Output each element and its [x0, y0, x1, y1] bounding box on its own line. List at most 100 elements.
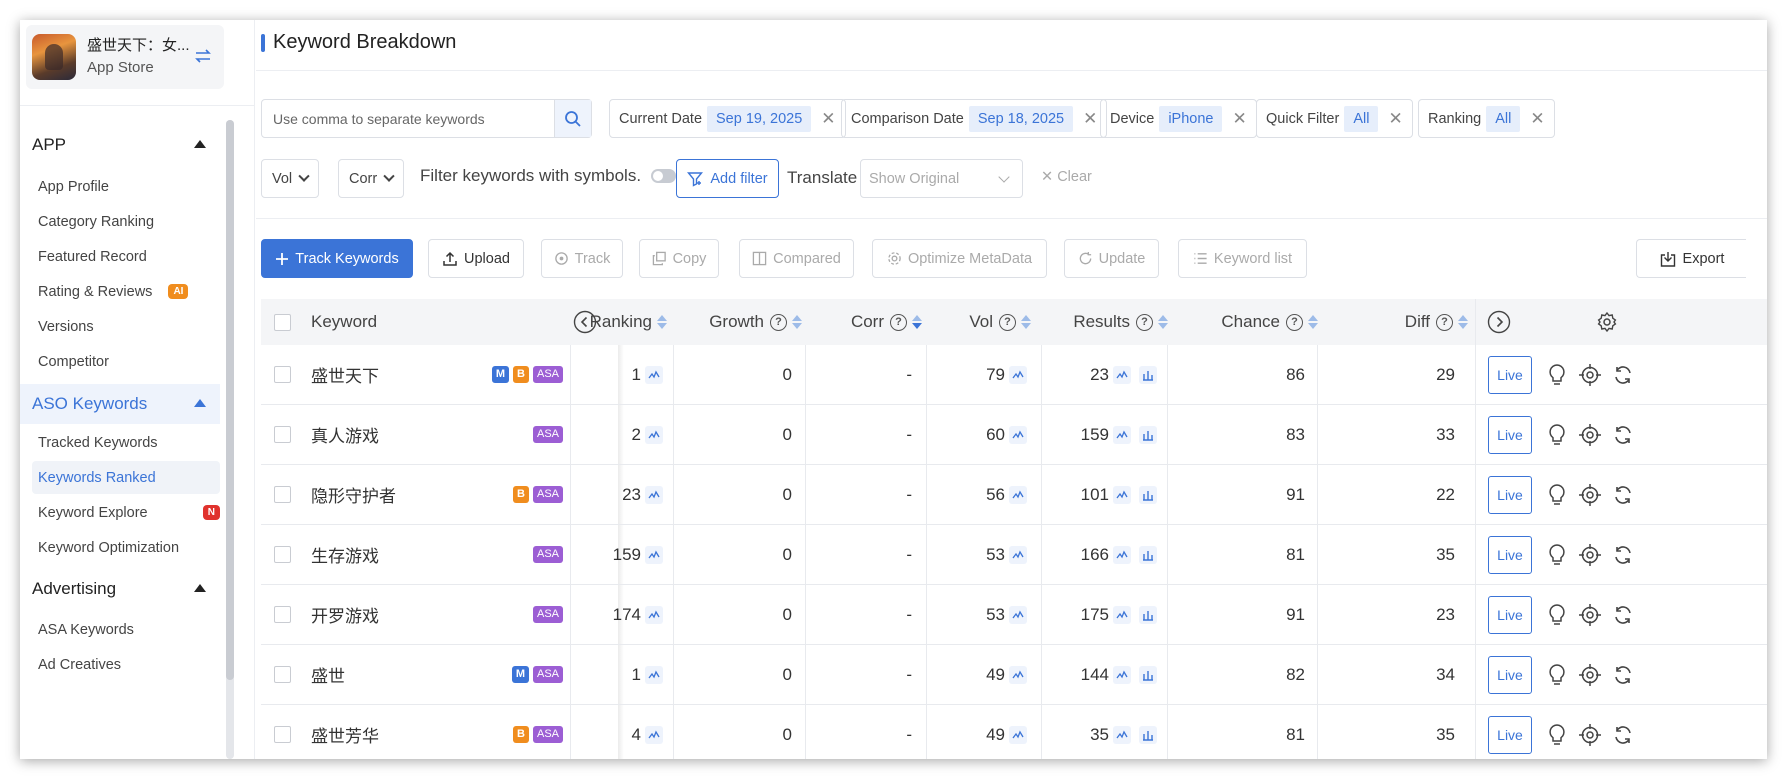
bar-chart-icon[interactable] — [1139, 425, 1157, 444]
lightbulb-icon[interactable] — [1547, 525, 1567, 584]
sidebar-item-asa-keywords[interactable]: ASA Keywords — [32, 613, 220, 646]
column-corr[interactable]: Corr? — [811, 299, 922, 345]
live-button[interactable]: Live — [1488, 595, 1532, 634]
clear-button[interactable]: ✕ Clear — [1041, 169, 1092, 185]
trend-chart-icon[interactable] — [1113, 665, 1131, 684]
help-icon[interactable]: ? — [890, 313, 907, 331]
bar-chart-icon[interactable] — [1139, 365, 1157, 384]
help-icon[interactable]: ? — [999, 313, 1016, 331]
trend-chart-icon[interactable] — [1009, 365, 1027, 384]
swap-icon[interactable] — [194, 47, 212, 68]
copy-button[interactable]: Copy — [639, 239, 719, 278]
sidebar-item-app-profile[interactable]: App Profile — [32, 170, 220, 203]
sidebar-item-keyword-explore[interactable]: Keyword Explore N — [32, 496, 220, 529]
row-checkbox[interactable] — [274, 426, 291, 443]
target-icon[interactable] — [1579, 405, 1601, 464]
target-icon[interactable] — [1579, 645, 1601, 704]
trend-chart-icon[interactable] — [1113, 425, 1131, 444]
trend-chart-icon[interactable] — [1009, 605, 1027, 624]
sidebar-item-rating-reviews[interactable]: Rating & Reviews AI — [32, 275, 220, 308]
trend-chart-icon[interactable] — [645, 485, 663, 504]
keyword-cell[interactable]: 盛世 — [311, 645, 345, 704]
trend-chart-icon[interactable] — [1009, 665, 1027, 684]
row-checkbox[interactable] — [274, 486, 291, 503]
export-button[interactable]: Export — [1636, 239, 1746, 278]
column-growth[interactable]: Growth? — [679, 299, 802, 345]
bar-chart-icon[interactable] — [1139, 725, 1157, 744]
close-icon[interactable]: ✕ — [1388, 109, 1402, 129]
keyword-cell[interactable]: 隐形守护者 — [311, 465, 396, 524]
live-button[interactable]: Live — [1488, 535, 1532, 574]
track-button[interactable]: Track — [541, 239, 623, 278]
column-keyword[interactable]: Keyword — [311, 299, 377, 345]
bar-chart-icon[interactable] — [1139, 545, 1157, 564]
keyword-cell[interactable]: 真人游戏 — [311, 405, 379, 464]
lightbulb-icon[interactable] — [1547, 645, 1567, 704]
update-button[interactable]: Update — [1064, 239, 1159, 278]
table-row[interactable]: 生存游戏 ASA 159 0 - 53 166 81 35 Live — [261, 525, 1767, 585]
add-filter-button[interactable]: Add filter — [676, 159, 779, 198]
trend-chart-icon[interactable] — [1113, 485, 1131, 504]
table-row[interactable]: 盛世天下 M B ASA 1 0 - 79 23 86 29 Live — [261, 345, 1767, 405]
search-button[interactable] — [554, 100, 591, 137]
refresh-icon[interactable] — [1613, 345, 1633, 404]
sidebar-item-category-ranking[interactable]: Category Ranking — [32, 205, 220, 238]
trend-chart-icon[interactable] — [1113, 605, 1131, 624]
refresh-icon[interactable] — [1613, 405, 1633, 464]
help-icon[interactable]: ? — [1286, 313, 1303, 331]
live-button[interactable]: Live — [1488, 475, 1532, 514]
sidebar-item-ad-creatives[interactable]: Ad Creatives — [32, 648, 220, 681]
app-selector[interactable]: 盛世天下：女... App Store — [26, 25, 224, 89]
trend-chart-icon[interactable] — [1113, 725, 1131, 744]
keyword-cell[interactable]: 盛世芳华 — [311, 705, 379, 759]
table-row[interactable]: 盛世芳华 B ASA 4 0 - 49 35 81 35 Live — [261, 705, 1767, 759]
help-icon[interactable]: ? — [770, 313, 787, 331]
lightbulb-icon[interactable] — [1547, 585, 1567, 644]
trend-chart-icon[interactable] — [645, 605, 663, 624]
target-icon[interactable] — [1579, 345, 1601, 404]
live-button[interactable]: Live — [1488, 715, 1532, 754]
lightbulb-icon[interactable] — [1547, 705, 1567, 759]
column-diff[interactable]: Diff? — [1331, 299, 1468, 345]
lightbulb-icon[interactable] — [1547, 465, 1567, 524]
column-vol[interactable]: Vol? — [931, 299, 1031, 345]
keyword-cell[interactable]: 开罗游戏 — [311, 585, 379, 644]
sidebar-section-aso-keywords[interactable]: ASO Keywords — [20, 384, 220, 424]
refresh-icon[interactable] — [1613, 645, 1633, 704]
sidebar-item-tracked-keywords[interactable]: Tracked Keywords — [32, 426, 220, 459]
bar-chart-icon[interactable] — [1139, 665, 1157, 684]
refresh-icon[interactable] — [1613, 525, 1633, 584]
live-button[interactable]: Live — [1488, 415, 1532, 454]
track-keywords-button[interactable]: Track Keywords — [261, 239, 413, 278]
column-ranking[interactable]: Ranking — [571, 299, 667, 345]
sidebar-scrollbar[interactable] — [226, 120, 234, 759]
optimize-metadata-button[interactable]: Optimize MetaData — [872, 239, 1047, 278]
device-filter[interactable]: Device iPhone ✕ — [1100, 99, 1257, 138]
bar-chart-icon[interactable] — [1139, 605, 1157, 624]
table-row[interactable]: 开罗游戏 ASA 174 0 - 53 175 91 23 Live — [261, 585, 1767, 645]
quick-filter[interactable]: Quick Filter All ✕ — [1256, 99, 1413, 138]
trend-chart-icon[interactable] — [645, 425, 663, 444]
trend-chart-icon[interactable] — [1113, 545, 1131, 564]
column-results[interactable]: Results? — [1041, 299, 1168, 345]
search-input[interactable] — [262, 100, 554, 137]
lightbulb-icon[interactable] — [1547, 405, 1567, 464]
trend-chart-icon[interactable] — [645, 725, 663, 744]
sidebar-item-keywords-ranked[interactable]: Keywords Ranked — [32, 461, 220, 494]
settings-icon[interactable] — [1596, 299, 1618, 345]
table-row[interactable]: 真人游戏 ASA 2 0 - 60 159 83 33 Live — [261, 405, 1767, 465]
target-icon[interactable] — [1579, 525, 1601, 584]
select-all-checkbox[interactable] — [274, 313, 291, 331]
bar-chart-icon[interactable] — [1139, 485, 1157, 504]
upload-button[interactable]: Upload — [428, 239, 524, 278]
close-icon[interactable]: ✕ — [821, 109, 835, 129]
help-icon[interactable]: ? — [1436, 313, 1453, 331]
keyword-cell[interactable]: 盛世天下 — [311, 345, 379, 404]
target-icon[interactable] — [1579, 705, 1601, 759]
keyword-list-button[interactable]: Keyword list — [1178, 239, 1307, 278]
compared-button[interactable]: Compared — [739, 239, 854, 278]
filter-symbols-toggle[interactable] — [651, 169, 677, 183]
sidebar-section-app[interactable]: APP — [20, 125, 220, 165]
row-checkbox[interactable] — [274, 546, 291, 563]
table-row[interactable]: 隐形守护者 B ASA 23 0 - 56 101 91 22 Live — [261, 465, 1767, 525]
